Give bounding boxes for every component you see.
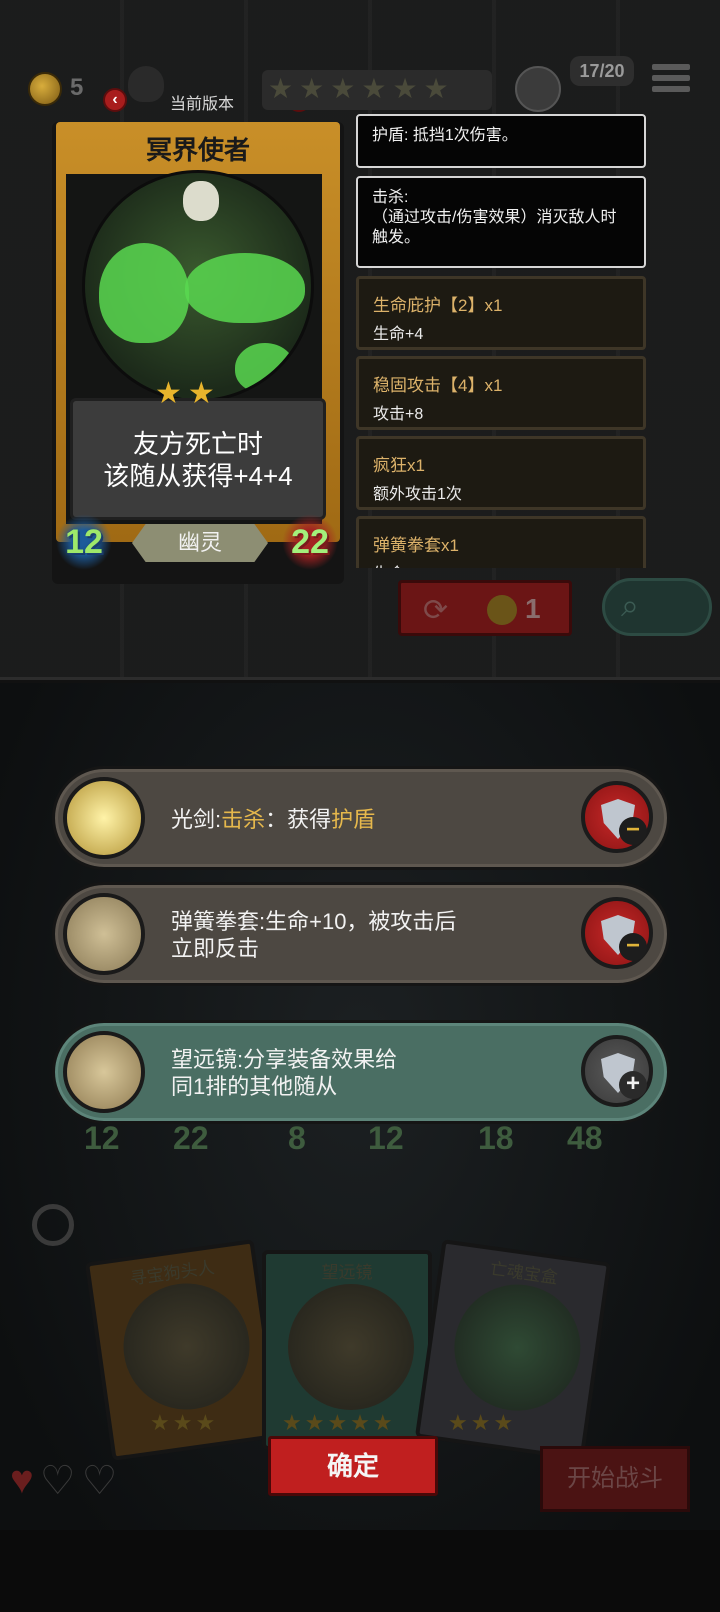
star-icon: ★ — [361, 73, 387, 104]
lives: ♥ ♡ ♡ — [10, 1458, 117, 1504]
spring-glove-icon — [63, 893, 145, 975]
equipment-description: 望远镜:分享装备效果给 同1排的其他随从 — [171, 1023, 561, 1123]
heart-icon: ♥ — [10, 1458, 34, 1502]
version-label: 当前版本 — [170, 96, 235, 113]
keyword-equip-title: 疯狂x1 — [373, 456, 425, 475]
add-equipment-button[interactable]: + — [581, 1035, 653, 1107]
star-icon: ★ — [423, 73, 449, 104]
card-description: 友方死亡时 该随从获得+4+4 — [70, 428, 326, 492]
keyword-kill: 击杀: （通过攻击/伤害效果）消灭敌人时触发。 — [356, 176, 646, 268]
skull-icon — [183, 181, 219, 221]
refresh-cost: 1 — [525, 593, 541, 624]
card-stars: ★★ — [155, 377, 221, 410]
minion-card: 冥界使者 ★★ 友方死亡时 该随从获得+4+4 12 幽灵 22 — [52, 122, 344, 584]
keyword-shield: 护盾: 抵挡1次伤害。 — [356, 114, 646, 168]
star-icon: ★ — [268, 73, 294, 104]
lightsaber-icon — [63, 777, 145, 859]
search-icon: ⌕ — [621, 587, 639, 623]
keyword-list[interactable]: 护盾: 抵挡1次伤害。 击杀: （通过攻击/伤害效果）消灭敌人时触发。 生命庇护… — [356, 114, 650, 568]
card-art — [288, 1284, 414, 1410]
keyword-equip: 弹簧拳套x1 生命+10 — [356, 516, 646, 568]
attack-stat: 12 — [56, 514, 112, 570]
keyword-equip-detail: 生命+10 — [373, 560, 629, 568]
keyword-equip-title: 稳固攻击【4】x1 — [373, 376, 503, 395]
telescope-icon — [63, 1031, 145, 1113]
equip-desc-line: 立即反击 — [171, 936, 260, 961]
turn-counter: 17/20 — [570, 56, 634, 86]
heart-icon: ♡ — [81, 1459, 118, 1503]
hand-card-stars: ★★★ — [448, 1410, 517, 1435]
equip-name: 光剑 — [171, 806, 216, 832]
equipment-row-lightsaber[interactable]: 光剑: 击杀 ：获得 护盾 − — [52, 766, 670, 870]
equip-desc-line: 弹簧拳套:生命+10，被攻击后 — [171, 909, 457, 934]
board-minion-stats: 18 48 — [478, 1120, 603, 1156]
remove-equipment-button[interactable]: − — [581, 897, 653, 969]
card-detail-panel: 5 ‹ 当前版本 › ★ ★ ★ ★ ★ ★ 17/20 冥界使者 — [0, 0, 720, 680]
game-screen: 5 ‹ 当前版本 › ★ ★ ★ ★ ★ ★ 17/20 冥界使者 — [0, 0, 720, 1612]
card-desc-line: 该随从获得+4+4 — [103, 461, 293, 491]
keyword-equip: 生命庇护【2】x1 生命+4 — [356, 276, 646, 350]
ghost-shape — [235, 343, 295, 393]
heart-icon: ♡ — [39, 1459, 76, 1503]
card-art — [115, 1275, 258, 1418]
refresh-icon: ⟳ — [423, 594, 449, 627]
card-name: 冥界使者 — [145, 135, 250, 165]
keyword-equip-detail: 攻击+8 — [373, 406, 424, 423]
magnifier-icon[interactable] — [32, 1204, 74, 1246]
plus-icon: + — [619, 1071, 647, 1099]
hand-card-stars: ★★★★★ — [282, 1410, 396, 1435]
hand-card-title: 望远镜 — [321, 1263, 373, 1282]
ghost-shape — [99, 243, 189, 343]
equip-desc-line: 同1排的其他随从 — [171, 1074, 338, 1099]
coin-count: 5 — [70, 74, 84, 101]
coin-icon — [487, 595, 517, 625]
rating-stars: ★ ★ ★ ★ ★ ★ — [262, 70, 492, 110]
keyword-equip-title: 弹簧拳套x1 — [373, 536, 459, 555]
card-art-ghost — [82, 170, 314, 402]
confirm-button[interactable]: 确定 — [268, 1436, 438, 1496]
top-bar: 5 ‹ 当前版本 › ★ ★ ★ ★ ★ ★ 17/20 — [0, 56, 720, 114]
player-avatar[interactable] — [515, 66, 561, 112]
minus-icon: − — [619, 933, 647, 961]
hand-card-stars: ★★★ — [150, 1410, 219, 1435]
keyword-equip-title: 生命庇护【2】x1 — [373, 296, 503, 315]
keyword-equip-detail: 额外攻击1次 — [373, 486, 462, 503]
keyword-equip-detail: 生命+4 — [373, 326, 424, 343]
tribe-plate: 幽灵 — [132, 524, 268, 562]
keyword-shield-highlight: 护盾 — [331, 806, 376, 832]
card-art — [446, 1276, 589, 1419]
remove-equipment-button[interactable]: − — [581, 781, 653, 853]
ghost-shape — [185, 253, 305, 323]
equip-desc-line: 望远镜:分享装备效果给 — [171, 1047, 398, 1072]
equipment-description: 弹簧拳套:生命+10，被攻击后 立即反击 — [171, 885, 561, 985]
cat-icon — [128, 66, 164, 102]
card-desc-line: 友方死亡时 — [132, 429, 263, 459]
star-icon: ★ — [392, 73, 418, 104]
board-minion-stats: 12 22 — [84, 1120, 209, 1156]
star-icon: ★ — [299, 73, 325, 104]
keyword-equip: 稳固攻击【4】x1 攻击+8 — [356, 356, 646, 430]
search-button[interactable]: ⌕ — [602, 578, 712, 636]
equipment-row-spring-glove[interactable]: 弹簧拳套:生命+10，被攻击后 立即反击 − — [52, 882, 670, 986]
start-battle-button[interactable]: 开始战斗 — [540, 1446, 690, 1512]
board-minion-stats: 8 12 — [288, 1120, 404, 1156]
star-icon: ★ — [330, 73, 356, 104]
footer-bar — [0, 1530, 720, 1612]
keyword-kill-highlight: 击杀 — [221, 806, 266, 832]
refresh-shop-button[interactable]: ⟳ 1 — [398, 580, 572, 636]
equipment-row-telescope[interactable]: 望远镜:分享装备效果给 同1排的其他随从 + — [52, 1020, 670, 1124]
keyword-equip: 疯狂x1 额外攻击1次 — [356, 436, 646, 510]
coin-icon — [28, 72, 62, 106]
menu-icon[interactable] — [652, 64, 690, 98]
equipment-description: 光剑: 击杀 ：获得 护盾 — [171, 806, 376, 832]
prev-version-button[interactable]: ‹ — [103, 88, 127, 112]
minus-icon: − — [619, 817, 647, 845]
health-stat: 22 — [282, 514, 338, 570]
